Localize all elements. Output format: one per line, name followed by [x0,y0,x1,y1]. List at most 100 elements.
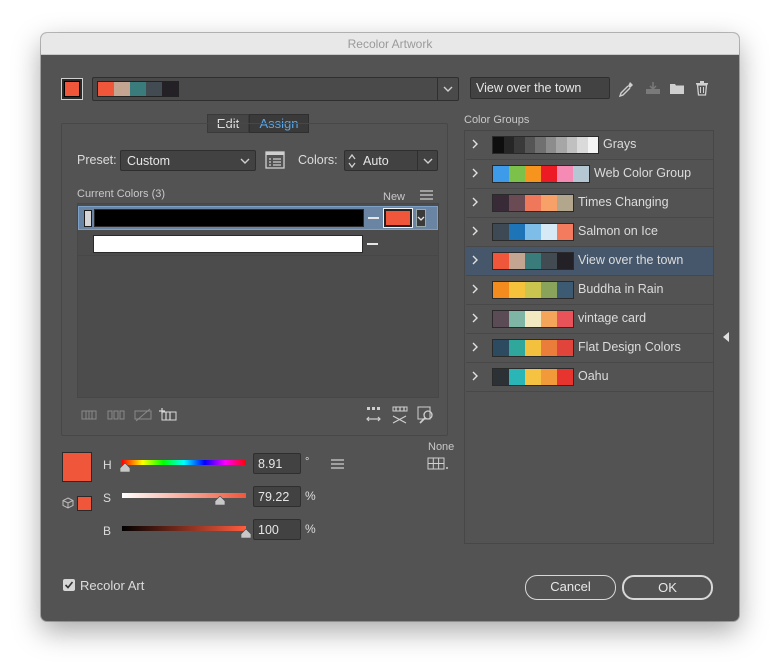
color-group-row[interactable]: Salmon on Ice [466,218,713,247]
eyedropper-icon[interactable] [617,80,635,98]
group-color-swatch [587,137,598,153]
current-color-swatch[interactable] [93,235,363,253]
current-colors-header: Current Colors (3) [77,188,166,200]
chevron-right-icon[interactable] [471,167,479,179]
randomly-change-saturation-icon[interactable] [391,406,409,424]
recolor-art-label[interactable]: Recolor Art [80,578,144,593]
group-color-swatch [557,282,573,298]
color-row[interactable] [78,206,438,230]
stepper-arrows-icon[interactable] [347,153,357,169]
color-group-swatches[interactable] [492,194,574,212]
color-group-swatches[interactable] [492,368,574,386]
hue-slider-track[interactable] [122,460,246,465]
group-color-swatch [525,253,541,269]
color-mode-grid-icon[interactable] [427,457,449,470]
checkmark-icon [64,581,74,589]
menu-icon[interactable] [331,459,344,469]
cancel-button[interactable]: Cancel [525,575,616,600]
color-group-row[interactable]: View over the town [466,247,713,276]
color-groups-list: Grays Web Color Group Times Changing Salmon… [464,130,714,544]
assignment-arrow [367,243,378,245]
colors-count-value: Auto [363,154,389,168]
group-color-swatch [509,253,525,269]
hsb-color-preview[interactable] [62,452,92,482]
group-color-swatch [514,137,525,153]
color-group-row[interactable]: Oahu [466,363,713,392]
menu-icon[interactable] [420,190,433,200]
color-group-name: vintage card [578,311,647,325]
color-group-name: Salmon on Ice [578,224,658,238]
color-group-row[interactable]: Flat Design Colors [466,334,713,363]
separate-colors-icon[interactable] [107,409,125,421]
saturation-slider-track[interactable] [122,493,246,498]
color-group-row[interactable]: Grays [466,131,713,160]
brightness-slider-thumb[interactable] [241,529,251,538]
group-color-swatch [566,137,577,153]
brightness-label: B [103,524,112,538]
group-color-swatch [493,253,509,269]
brightness-slider-track[interactable] [122,526,246,531]
preset-value: Custom [127,154,171,168]
color-reduction-options-icon[interactable] [265,150,285,170]
current-color-swatch[interactable] [94,209,364,227]
chevron-right-icon[interactable] [471,283,479,295]
group-color-swatch [509,311,525,327]
saturation-value-field[interactable] [253,486,301,507]
color-group-strip[interactable] [92,77,459,101]
active-color-swatch[interactable] [61,78,83,100]
ok-button[interactable]: OK [622,575,713,600]
group-color-swatch [114,82,130,96]
chevron-down-icon[interactable] [443,86,453,93]
collapse-panel-arrow-icon[interactable] [722,331,730,343]
merge-colors-icon[interactable] [81,409,97,421]
chevron-right-icon[interactable] [471,196,479,208]
chevron-right-icon[interactable] [471,254,479,266]
drag-handle-icon[interactable] [84,210,92,227]
find-colors-icon[interactable] [417,406,435,424]
color-row[interactable] [78,232,438,256]
trash-icon[interactable] [695,80,709,96]
recolor-art-checkbox[interactable] [63,579,75,591]
new-row-icon[interactable] [159,407,177,422]
color-group-row[interactable]: Times Changing [466,189,713,218]
color-group-swatches[interactable] [492,223,574,241]
group-color-swatch [525,166,541,182]
colors-count-stepper[interactable]: Auto [344,150,438,171]
chevron-down-icon[interactable] [423,158,433,165]
color-group-swatches[interactable] [492,339,574,357]
color-group-row[interactable]: vintage card [466,305,713,334]
color-group-row[interactable]: Web Color Group [466,160,713,189]
new-folder-icon[interactable] [669,82,685,95]
group-color-swatch [541,224,557,240]
hue-value-field[interactable] [253,453,301,474]
chevron-down-icon[interactable] [416,209,426,227]
color-group-row[interactable]: Buddha in Rain [466,276,713,305]
saturation-slider-thumb[interactable] [215,496,226,505]
chevron-right-icon[interactable] [471,341,479,353]
color-group-swatches[interactable] [492,136,599,154]
save-color-group-icon[interactable] [645,81,661,95]
group-color-swatch [541,340,557,356]
color-group-swatches[interactable] [492,310,574,328]
chevron-right-icon[interactable] [471,225,479,237]
new-color-swatch[interactable] [383,208,413,228]
chevron-right-icon[interactable] [471,312,479,324]
exclude-colors-icon[interactable] [134,408,152,422]
brightness-value-field[interactable] [253,519,301,540]
none-label: None [428,441,455,453]
color-group-swatches[interactable] [492,252,574,270]
randomly-change-order-icon[interactable] [365,406,383,424]
group-color-swatch [557,311,573,327]
hue-slider-thumb[interactable] [120,463,131,472]
chevron-right-icon[interactable] [471,370,479,382]
color-group-swatches[interactable] [492,165,590,183]
color-group-name: View over the town [578,253,684,267]
preset-dropdown[interactable]: Custom [120,150,256,171]
chevron-right-icon[interactable] [471,138,479,150]
recolor-artwork-dialog: Recolor Artwork Edit Assign Preset: Cust… [41,33,739,621]
color-group-swatches[interactable] [492,281,574,299]
web-safe-color-swatch[interactable] [77,496,92,511]
out-of-web-gamut-cube-icon[interactable] [62,497,74,509]
color-group-name-field[interactable] [470,77,610,99]
group-color-swatch [557,195,573,211]
